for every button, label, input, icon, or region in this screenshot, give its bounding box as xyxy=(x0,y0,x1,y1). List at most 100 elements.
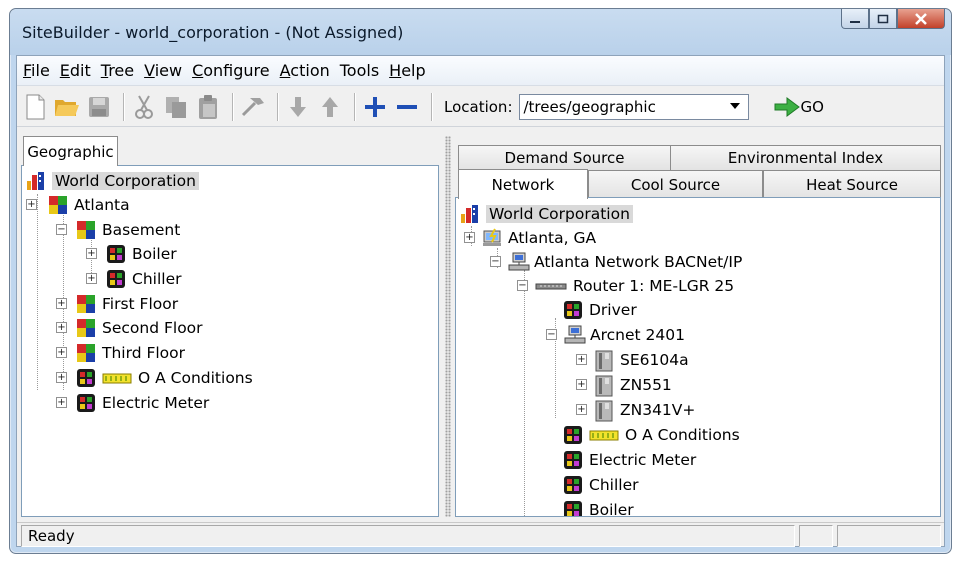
menu-view[interactable]: View xyxy=(144,61,182,80)
close-icon xyxy=(915,12,927,25)
floorplan-icon xyxy=(76,343,96,363)
equipment-icon xyxy=(76,368,96,388)
tree-node-basement[interactable]: − Basement xyxy=(56,219,180,241)
expand-button[interactable] xyxy=(361,93,389,121)
location-dropdown[interactable]: /trees/geographic xyxy=(518,93,749,120)
geographic-tree[interactable]: World Corporation + Atlanta − Basement +… xyxy=(21,165,439,517)
menu-tree[interactable]: Tree xyxy=(101,61,134,80)
close-button[interactable] xyxy=(897,9,945,29)
menu-configure[interactable]: Configure xyxy=(192,61,270,80)
save-disk-icon xyxy=(89,96,109,117)
expand-toggle[interactable]: + xyxy=(576,379,587,390)
tree-node-world-corporation[interactable]: World Corporation xyxy=(460,203,633,225)
tree-node-chiller[interactable]: + Chiller xyxy=(86,268,181,290)
tab-cool-source[interactable]: Cool Source xyxy=(588,170,763,198)
expand-toggle[interactable]: + xyxy=(576,354,587,365)
menu-tools[interactable]: Tools xyxy=(340,61,379,80)
maximize-icon xyxy=(877,14,889,23)
building-icon xyxy=(460,204,480,224)
expand-toggle[interactable]: + xyxy=(86,273,97,284)
tab-environmental-index[interactable]: Environmental Index xyxy=(670,145,941,170)
tree-node-chiller[interactable]: Chiller xyxy=(545,474,638,496)
menu-bar: File Edit Tree View Configure Action Too… xyxy=(17,56,944,86)
copy-icon xyxy=(166,96,186,118)
tree-node-zn341v[interactable]: + ZN341V+ xyxy=(576,399,695,422)
pane-splitter[interactable] xyxy=(445,136,451,517)
collapse-toggle[interactable]: − xyxy=(56,224,67,235)
tree-node-world-corporation[interactable]: World Corporation xyxy=(26,170,199,192)
tab-geographic[interactable]: Geographic xyxy=(23,136,118,166)
tree-node-driver[interactable]: Driver xyxy=(545,299,637,321)
network-tree[interactable]: World Corporation + Atlanta, GA − Atlant… xyxy=(455,197,941,517)
tree-node-atlanta[interactable]: + Atlanta xyxy=(26,194,130,216)
menu-file[interactable]: File xyxy=(23,61,50,80)
menu-action[interactable]: Action xyxy=(280,61,330,80)
network-icon xyxy=(564,325,586,345)
collapse-toggle[interactable]: − xyxy=(546,329,557,340)
tree-node-atlanta-network[interactable]: − Atlanta Network BACNet/IP xyxy=(490,251,742,273)
cut-button[interactable] xyxy=(130,93,158,121)
tree-node-zn551[interactable]: + ZN551 xyxy=(576,374,672,397)
collapse-button[interactable] xyxy=(393,93,421,121)
tree-node-oa-conditions[interactable]: + O A Conditions xyxy=(56,367,253,389)
arrow-down-icon xyxy=(290,96,306,117)
move-up-button[interactable] xyxy=(316,93,344,121)
equipment-icon xyxy=(563,300,583,320)
new-button[interactable] xyxy=(21,93,49,121)
tree-node-boiler[interactable]: Boiler xyxy=(545,499,634,516)
controller-icon xyxy=(594,350,614,372)
expand-toggle[interactable]: + xyxy=(26,199,37,210)
expand-toggle[interactable]: + xyxy=(56,372,67,383)
tree-node-arcnet[interactable]: − Arcnet 2401 xyxy=(546,324,685,346)
paste-button[interactable] xyxy=(194,93,222,121)
menu-edit[interactable]: Edit xyxy=(60,61,91,80)
menu-help[interactable]: Help xyxy=(389,61,425,80)
toolbar: Location: /trees/geographic GO xyxy=(17,87,944,127)
tree-node-electric-meter[interactable]: + Electric Meter xyxy=(56,392,209,414)
tree-node-atlanta-ga[interactable]: + Atlanta, GA xyxy=(464,227,596,249)
delete-button[interactable] xyxy=(239,93,267,121)
tab-network[interactable]: Network xyxy=(458,169,588,199)
minimize-button[interactable] xyxy=(841,9,869,29)
tree-node-electric-meter[interactable]: Electric Meter xyxy=(545,449,696,471)
status-text-panel: Ready xyxy=(21,524,795,547)
expand-toggle[interactable]: + xyxy=(56,298,67,309)
title-bar[interactable]: SiteBuilder - world_corporation - (Not A… xyxy=(10,9,951,55)
save-button[interactable] xyxy=(85,93,113,121)
tab-heat-source[interactable]: Heat Source xyxy=(763,170,941,198)
tab-demand-source[interactable]: Demand Source xyxy=(458,145,671,170)
tree-node-third-floor[interactable]: + Third Floor xyxy=(56,342,185,364)
tree-node-second-floor[interactable]: + Second Floor xyxy=(56,317,203,339)
move-down-button[interactable] xyxy=(284,93,312,121)
controller-icon xyxy=(594,375,614,397)
copy-button[interactable] xyxy=(162,93,190,121)
sensor-icon xyxy=(102,368,132,388)
tree-node-boiler[interactable]: + Boiler xyxy=(86,243,177,265)
floorplan-icon xyxy=(76,318,96,338)
geographic-pane: Geographic World Corporation + Atlanta − xyxy=(21,136,441,517)
site-icon xyxy=(482,228,502,248)
tree-node-se6104a[interactable]: + SE6104a xyxy=(576,349,689,372)
go-button[interactable]: GO xyxy=(773,96,824,117)
expand-toggle[interactable]: + xyxy=(86,248,97,259)
collapse-toggle[interactable]: − xyxy=(517,280,528,291)
status-panel-2 xyxy=(799,524,833,547)
equipment-icon xyxy=(563,500,583,516)
equipment-icon xyxy=(76,393,96,413)
maximize-button[interactable] xyxy=(869,9,897,29)
client-area: File Edit Tree View Configure Action Too… xyxy=(16,55,945,547)
expand-toggle[interactable]: + xyxy=(56,347,67,358)
tree-node-router[interactable]: − Router 1: ME-LGR 25 xyxy=(517,275,734,297)
collapse-toggle[interactable]: − xyxy=(490,256,501,267)
open-button[interactable] xyxy=(53,93,81,121)
chevron-down-icon[interactable] xyxy=(729,102,740,109)
expand-toggle[interactable]: + xyxy=(464,232,475,243)
paste-clipboard-icon xyxy=(199,94,217,119)
expand-toggle[interactable]: + xyxy=(56,397,67,408)
tree-node-oa-conditions[interactable]: O A Conditions xyxy=(545,424,740,446)
expand-toggle[interactable]: + xyxy=(56,322,67,333)
equipment-icon xyxy=(106,244,126,264)
expand-toggle[interactable]: + xyxy=(576,404,587,415)
equipment-icon xyxy=(563,425,583,445)
tree-node-first-floor[interactable]: + First Floor xyxy=(56,293,178,315)
